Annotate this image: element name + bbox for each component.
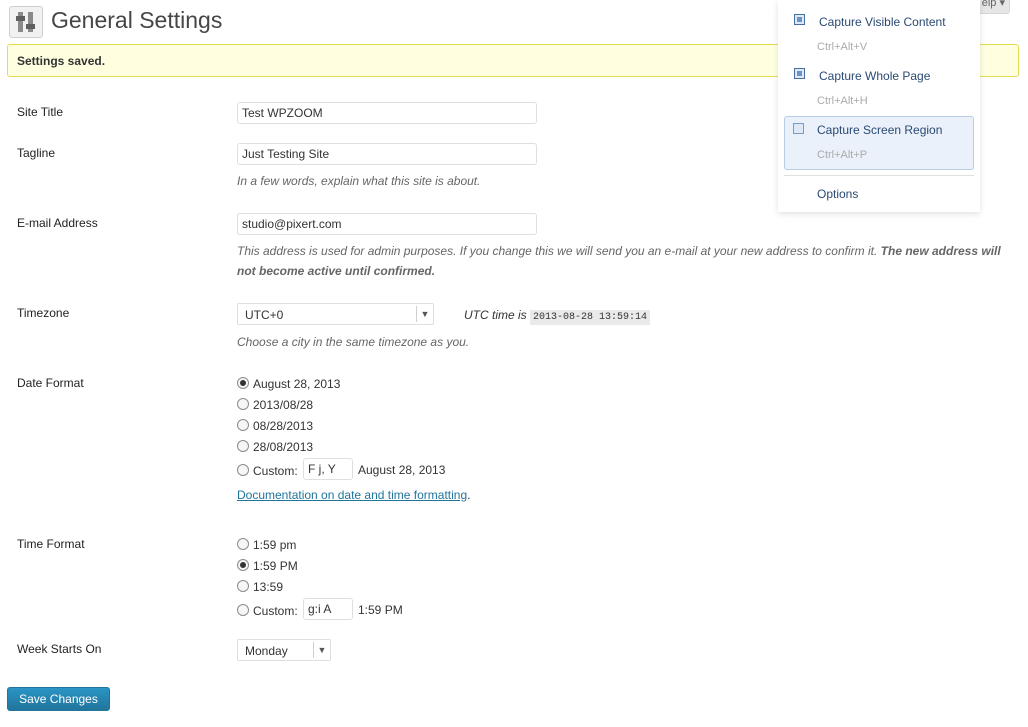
timezone-label: Timezone [17, 306, 70, 320]
page-title: General Settings [51, 7, 223, 33]
date-format-custom-input[interactable] [303, 458, 353, 480]
time-format-option-label: 13:59 [253, 580, 284, 594]
site-title-input[interactable] [237, 102, 537, 124]
email-description-text: This address is used for admin purposes.… [237, 244, 878, 258]
time-format-custom-label: Custom: [253, 604, 298, 618]
chevron-down-icon: ▼ [416, 306, 433, 322]
capture-whole-page-item[interactable]: Capture Whole Page [784, 62, 976, 90]
chevron-down-icon: ▼ [313, 642, 330, 658]
timezone-select[interactable]: UTC+0 ▼ [237, 303, 434, 325]
time-format-label: Time Format [17, 537, 85, 551]
menu-item-label: Capture Whole Page [819, 69, 931, 83]
menu-shortcut: Ctrl+Alt+H [817, 95, 868, 107]
menu-divider [784, 175, 974, 176]
doc-link-suffix: . [467, 488, 471, 502]
date-format-option-label: 08/28/2013 [253, 419, 314, 433]
timezone-value: UTC+0 [245, 308, 284, 322]
date-format-radio[interactable] [237, 419, 249, 431]
checkbox-icon [794, 14, 805, 25]
help-tab-label: elp [981, 0, 997, 9]
menu-item-label: Capture Visible Content [819, 15, 946, 29]
tagline-label: Tagline [17, 146, 56, 160]
date-format-radio[interactable] [237, 440, 249, 452]
email-description-bold: The new address will [880, 244, 1001, 258]
date-format-option-label: August 28, 2013 [253, 377, 341, 391]
utc-time-value: 2013-08-28 13:59:14 [530, 310, 651, 325]
date-format-custom-radio[interactable] [237, 464, 249, 476]
week-start-select[interactable]: Monday ▼ [237, 639, 331, 661]
email-label: E-mail Address [17, 216, 98, 230]
week-start-label: Week Starts On [17, 642, 102, 656]
utc-time-display: UTC time is 2013-08-28 13:59:14 [464, 308, 651, 325]
tagline-description: In a few words, explain what this site i… [237, 174, 481, 188]
checkbox-icon [794, 68, 805, 79]
date-format-radio[interactable] [237, 377, 249, 389]
menu-item-label: Capture Screen Region [817, 123, 943, 137]
menu-shortcut: Ctrl+Alt+V [817, 41, 868, 53]
date-time-documentation-link[interactable]: Documentation on date and time formattin… [237, 488, 467, 502]
time-format-radio[interactable] [237, 538, 249, 550]
date-format-option-label: 2013/08/28 [253, 398, 314, 412]
time-format-option-label: 1:59 pm [253, 538, 297, 552]
timezone-description: Choose a city in the same timezone as yo… [237, 335, 470, 349]
settings-page-icon [9, 6, 43, 38]
date-format-doc: Documentation on date and time formattin… [237, 488, 470, 502]
time-format-custom-input[interactable] [303, 598, 353, 620]
date-format-radio[interactable] [237, 398, 249, 410]
email-description: This address is used for admin purposes.… [237, 241, 1017, 281]
date-format-option-label: 28/08/2013 [253, 440, 314, 454]
checkbox-icon [793, 123, 804, 134]
utc-time-label: UTC time is [464, 308, 527, 322]
site-title-label: Site Title [17, 105, 64, 119]
capture-visible-content-item[interactable]: Capture Visible Content [784, 8, 976, 36]
capture-screen-region-item[interactable]: Capture Screen Region [784, 116, 974, 170]
tagline-input[interactable] [237, 143, 537, 165]
email-input[interactable] [237, 213, 537, 235]
time-format-radio[interactable] [237, 580, 249, 592]
week-start-value: Monday [245, 644, 288, 658]
date-format-custom-preview: August 28, 2013 [358, 463, 446, 477]
time-format-radio[interactable] [237, 559, 249, 571]
save-changes-button[interactable]: Save Changes [7, 687, 110, 711]
date-format-custom-label: Custom: [253, 464, 298, 478]
time-format-custom-preview: 1:59 PM [358, 603, 403, 617]
time-format-option-label: 1:59 PM [253, 559, 298, 573]
date-format-label: Date Format [17, 376, 84, 390]
time-format-custom-radio[interactable] [237, 604, 249, 616]
notice-text: Settings saved. [17, 54, 106, 68]
email-description-bold-2: not become active until confirmed. [237, 264, 436, 278]
menu-shortcut: Ctrl+Alt+P [817, 149, 868, 161]
capture-options-item[interactable]: Options [817, 187, 858, 201]
